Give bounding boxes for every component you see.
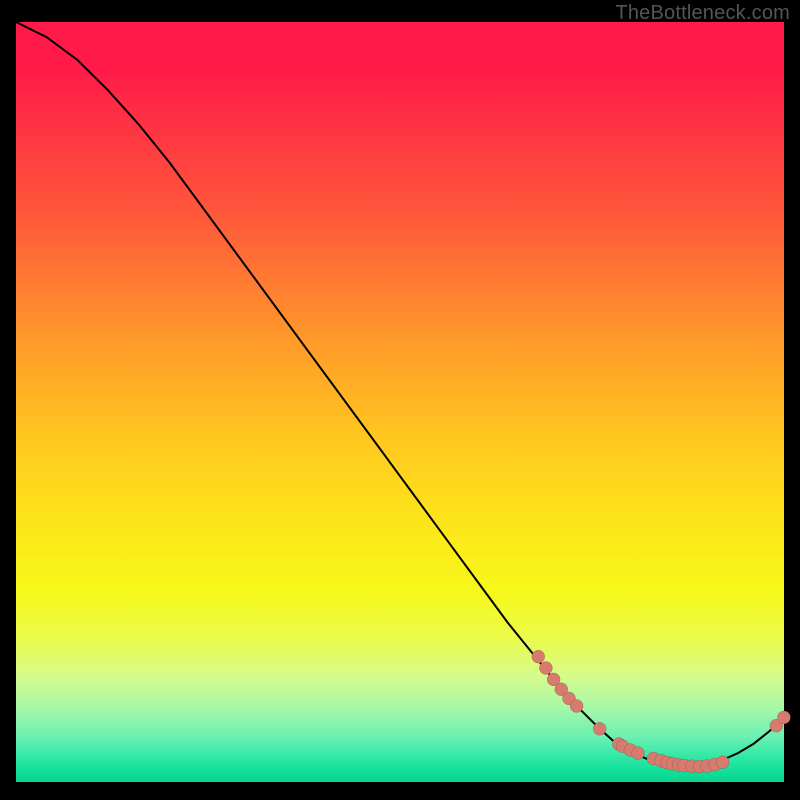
data-point xyxy=(532,650,545,663)
data-point xyxy=(593,722,606,735)
data-point xyxy=(778,711,791,724)
watermark-text: TheBottleneck.com xyxy=(615,2,790,25)
bottleneck-curve xyxy=(16,22,784,767)
chart-stage: TheBottleneck.com xyxy=(0,0,800,800)
plot-area xyxy=(16,22,784,782)
data-point xyxy=(570,700,583,713)
data-point xyxy=(632,747,645,760)
curve-svg xyxy=(16,22,784,782)
data-point xyxy=(539,662,552,675)
curve-points xyxy=(532,650,791,773)
data-point xyxy=(716,756,729,769)
